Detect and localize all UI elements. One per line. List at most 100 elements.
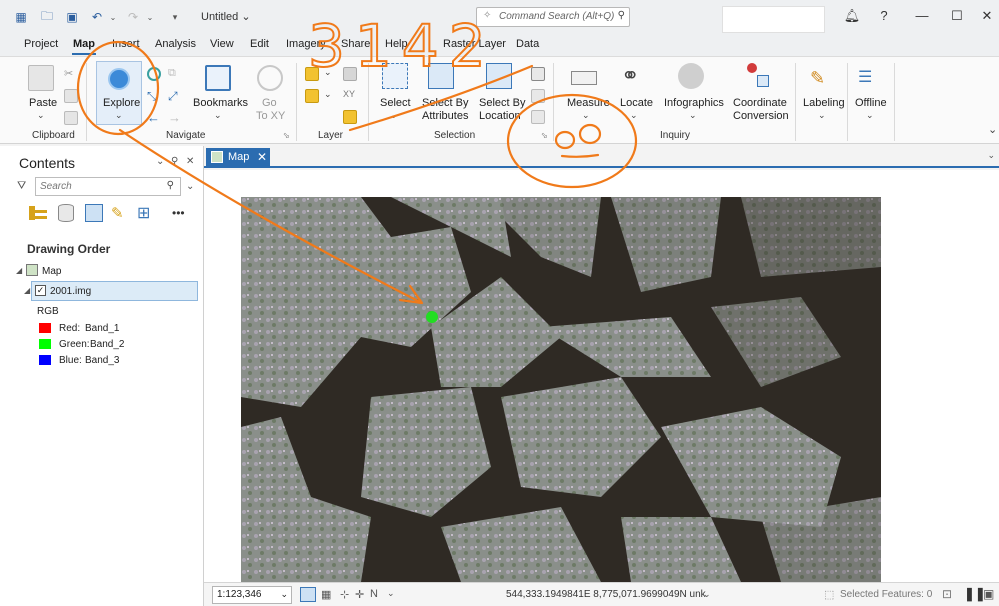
fixed-zoom-out-icon[interactable]: ⤢ — [168, 89, 182, 103]
offline-icon[interactable]: ☰ — [858, 67, 884, 93]
navigator-icon[interactable]: ⊹ — [340, 588, 349, 601]
notifications-icon[interactable]: 🔔︎ — [842, 8, 862, 24]
close-pane-icon[interactable]: ✕ — [186, 156, 194, 167]
add-preset-icon[interactable] — [305, 89, 319, 103]
infographics-dropdown-icon[interactable]: ⌄ — [689, 110, 697, 121]
contents-search-input[interactable]: Search ⚲ — [35, 177, 181, 196]
list-by-editing-icon[interactable]: ✎ — [111, 204, 124, 222]
expand-layer-icon[interactable]: ◢ — [24, 286, 30, 295]
tab-raster-layer[interactable]: Raster Layer — [443, 38, 506, 50]
next-extent-icon[interactable]: → — [168, 110, 182, 125]
coordinate-conversion-icon[interactable] — [745, 63, 771, 89]
locate-button[interactable]: Locate — [620, 97, 653, 109]
bookmarks-icon[interactable] — [205, 65, 231, 91]
offline-button[interactable]: Offline — [855, 97, 887, 109]
measure-button[interactable]: Measure — [567, 97, 610, 109]
coordinate-format-dropdown-icon[interactable]: ⌄ — [703, 589, 711, 600]
tree-map-node[interactable]: Map — [42, 266, 61, 277]
redo-dropdown-icon[interactable]: ⌄ — [141, 9, 159, 25]
paste-dropdown-icon[interactable]: ⌄ — [37, 110, 45, 121]
infographics-icon[interactable] — [678, 63, 704, 89]
map-view-toggle-icon[interactable] — [300, 587, 316, 602]
coordinate-conversion-button[interactable]: Coordinate — [733, 97, 787, 109]
layer-visibility-checkbox[interactable]: ✓ — [35, 285, 46, 296]
save-icon[interactable]: ▣ — [63, 9, 81, 25]
collapse-ribbon-icon[interactable]: ⌄ — [988, 123, 997, 136]
help-icon[interactable]: ? — [874, 8, 894, 23]
list-by-snapping-icon[interactable]: ⊞ — [137, 203, 150, 223]
tab-analysis[interactable]: Analysis — [155, 38, 196, 50]
selection-launcher-icon[interactable]: ⬂ — [541, 131, 548, 140]
grid-icon[interactable]: ▦ — [321, 588, 331, 601]
switch-selection-icon[interactable] — [531, 89, 545, 103]
select-by-location-button[interactable]: Select By — [479, 97, 525, 109]
labeling-button[interactable]: Labeling — [803, 97, 845, 109]
add-graphics-layer-icon[interactable] — [343, 110, 357, 124]
add-data-dropdown-icon[interactable]: ⌄ — [324, 67, 332, 78]
expand-map-icon[interactable]: ◢ — [16, 266, 22, 275]
locate-dropdown-icon[interactable]: ⌄ — [630, 110, 638, 121]
open-project-icon[interactable]: 🗀 — [38, 9, 56, 25]
green-band-swatch[interactable] — [39, 339, 51, 349]
crosshair-icon[interactable]: ✛ — [355, 588, 364, 601]
paste-button[interactable]: Paste — [29, 97, 57, 109]
refresh-icon[interactable]: ⊡ — [942, 587, 952, 601]
list-by-drawing-order-icon[interactable] — [29, 204, 47, 222]
goto-xy-button[interactable]: Go — [262, 97, 277, 109]
undo-dropdown-icon[interactable]: ⌄ — [104, 9, 122, 25]
command-search-input[interactable]: ✧ Command Search (Alt+Q) ⚲ — [476, 7, 630, 27]
goto-xy-icon[interactable] — [257, 65, 283, 91]
tab-map[interactable]: Map — [73, 38, 95, 50]
list-by-selection-icon[interactable] — [85, 204, 103, 222]
binoculars-icon[interactable]: ⚭ — [621, 63, 647, 89]
offline-dropdown-icon[interactable]: ⌄ — [866, 110, 874, 121]
list-by-data-source-icon[interactable] — [58, 204, 74, 222]
select-button[interactable]: Select — [380, 97, 411, 109]
scale-selector[interactable]: 1:123,346 ⌄ — [212, 586, 292, 604]
north-arrow-icon[interactable]: N — [370, 588, 378, 600]
select-dropdown-icon[interactable]: ⌄ — [390, 110, 398, 121]
pane-options-icon[interactable]: ⌄ — [156, 156, 164, 167]
redo-icon[interactable]: ↷ — [124, 9, 142, 25]
maximize-button[interactable]: ☐ — [947, 8, 967, 24]
navigate-launcher-icon[interactable]: ⬂ — [283, 131, 290, 140]
tab-project[interactable]: Project — [24, 38, 58, 50]
blue-band-swatch[interactable] — [39, 355, 51, 365]
paste-icon[interactable] — [28, 65, 54, 91]
navigation-dropdown-icon[interactable]: ⌄ — [387, 588, 395, 599]
tab-insert[interactable]: Insert — [112, 38, 140, 50]
labeling-icon[interactable]: ✎ — [810, 67, 836, 93]
basemap-icon[interactable] — [343, 67, 357, 81]
select-by-location-icon[interactable] — [486, 63, 512, 89]
green-point-marker[interactable] — [426, 311, 438, 323]
full-extent-icon[interactable] — [147, 67, 161, 81]
tab-edit[interactable]: Edit — [250, 38, 269, 50]
drawing-options-icon[interactable]: ▣ — [983, 587, 994, 601]
tab-list-dropdown-icon[interactable]: ⌄ — [987, 150, 995, 161]
copy-path-icon[interactable] — [64, 111, 78, 125]
tab-view[interactable]: View — [210, 38, 234, 50]
tree-layer-name[interactable]: 2001.img — [50, 286, 91, 297]
filter-icon[interactable]: ⛛ — [17, 180, 26, 193]
select-by-attributes-icon[interactable] — [428, 63, 454, 89]
select-icon[interactable] — [382, 63, 408, 89]
window-title[interactable]: Untitled ⌄ — [201, 10, 251, 23]
raster-imagery[interactable] — [241, 197, 881, 582]
tab-help[interactable]: Help — [385, 38, 408, 50]
bookmarks-button[interactable]: Bookmarks — [193, 97, 248, 109]
labeling-dropdown-icon[interactable]: ⌄ — [818, 110, 826, 121]
selected-features-count[interactable]: Selected Features: 0 — [840, 589, 932, 600]
attributes-icon[interactable] — [531, 67, 545, 81]
more-options-icon[interactable]: ••• — [172, 206, 185, 220]
red-band-swatch[interactable] — [39, 323, 51, 333]
pin-icon[interactable]: ⚲ — [171, 156, 178, 167]
tab-share[interactable]: Share — [341, 38, 370, 50]
clear-selection-icon[interactable] — [531, 110, 545, 124]
close-map-tab-icon[interactable]: ✕ — [257, 150, 267, 164]
add-preset-dropdown-icon[interactable]: ⌄ — [324, 89, 332, 100]
measure-icon[interactable] — [571, 71, 597, 85]
tab-data[interactable]: Data — [516, 38, 539, 50]
close-button[interactable]: ✕ — [977, 8, 997, 24]
minimize-button[interactable]: — — [912, 8, 932, 23]
measure-dropdown-icon[interactable]: ⌄ — [582, 110, 590, 121]
